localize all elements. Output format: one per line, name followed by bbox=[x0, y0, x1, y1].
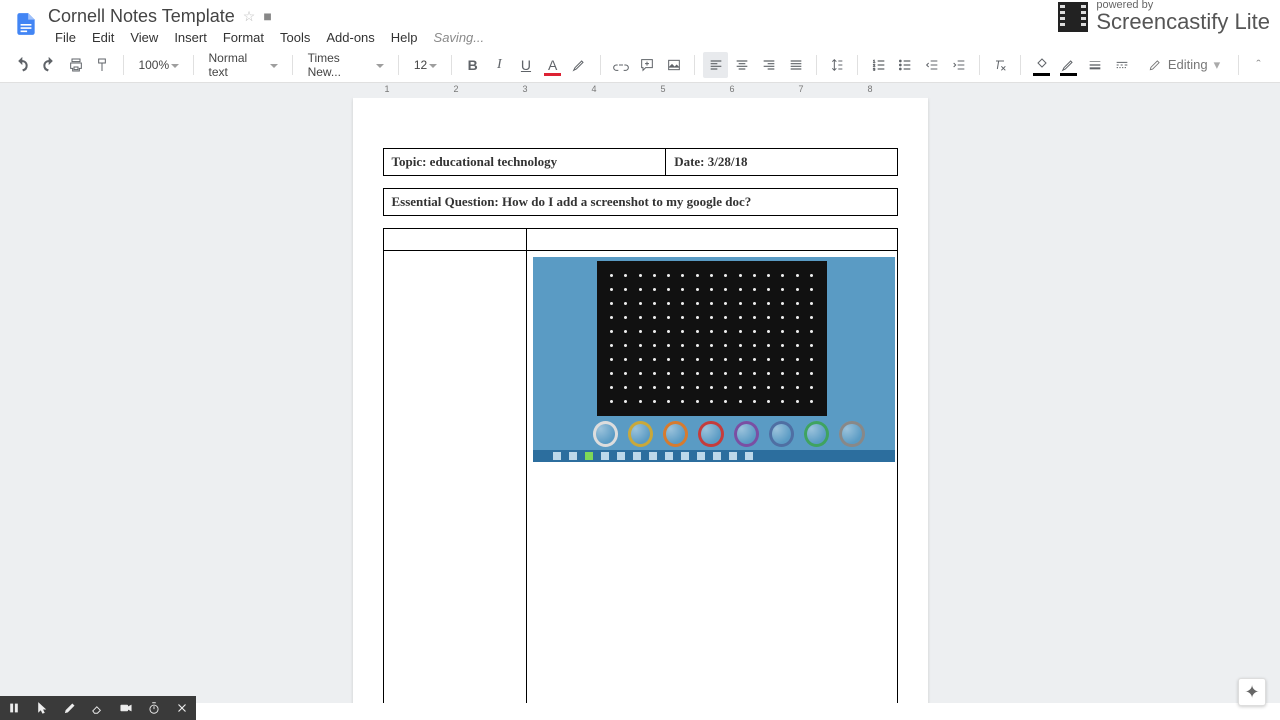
numbered-list-button[interactable]: 123 bbox=[866, 52, 891, 78]
toolbar: 100% Normal text Times New... 12 B I U A… bbox=[0, 47, 1280, 83]
line-spacing-button[interactable] bbox=[825, 52, 850, 78]
paint-format-button[interactable] bbox=[90, 52, 115, 78]
menu-format[interactable]: Format bbox=[216, 28, 271, 47]
ruler-tick: 2 bbox=[453, 84, 458, 94]
eq-value: How do I add a screenshot to my google d… bbox=[502, 194, 751, 209]
explore-button[interactable]: ✦ bbox=[1238, 678, 1266, 706]
zoom-select[interactable]: 100% bbox=[131, 53, 184, 77]
menu-edit[interactable]: Edit bbox=[85, 28, 121, 47]
notes-body-cell[interactable] bbox=[527, 251, 897, 704]
insert-image-button[interactable] bbox=[662, 52, 687, 78]
pencil-icon bbox=[1148, 58, 1162, 72]
italic-button[interactable]: I bbox=[487, 52, 512, 78]
clear-formatting-button[interactable] bbox=[988, 52, 1013, 78]
eq-label: Essential Question: bbox=[392, 194, 499, 209]
topic-label: Topic: bbox=[392, 154, 427, 169]
eraser-tool-button[interactable] bbox=[84, 696, 112, 720]
ruler-tick: 5 bbox=[660, 84, 665, 94]
docs-logo[interactable] bbox=[8, 6, 44, 42]
insert-link-button[interactable] bbox=[609, 52, 634, 78]
notes-header-cell[interactable] bbox=[527, 229, 897, 251]
topic-cell[interactable]: Topic: educational technology bbox=[383, 149, 666, 176]
document-title[interactable]: Cornell Notes Template bbox=[48, 6, 235, 27]
ruler-tick: 6 bbox=[729, 84, 734, 94]
svg-text:3: 3 bbox=[873, 66, 876, 71]
border-color-button[interactable] bbox=[1056, 52, 1081, 78]
topic-value: educational technology bbox=[430, 154, 557, 169]
paragraph-style-select[interactable]: Normal text bbox=[202, 53, 284, 77]
text-color-button[interactable]: A bbox=[540, 52, 565, 78]
star-icon[interactable]: ☆ bbox=[243, 8, 256, 25]
cornell-notes-table[interactable] bbox=[383, 228, 898, 703]
date-label: Date: bbox=[674, 154, 704, 169]
close-toolbar-button[interactable] bbox=[168, 696, 196, 720]
menu-help[interactable]: Help bbox=[384, 28, 425, 47]
ruler-tick: 7 bbox=[798, 84, 803, 94]
ruler-tick: 8 bbox=[867, 84, 872, 94]
menu-insert[interactable]: Insert bbox=[167, 28, 214, 47]
bulleted-list-button[interactable] bbox=[893, 52, 918, 78]
ruler-tick: 1 bbox=[384, 84, 389, 94]
align-left-button[interactable] bbox=[703, 52, 728, 78]
cues-header-cell[interactable] bbox=[383, 229, 527, 251]
border-width-button[interactable] bbox=[1083, 52, 1108, 78]
menu-addons[interactable]: Add-ons bbox=[319, 28, 381, 47]
pen-tool-button[interactable] bbox=[56, 696, 84, 720]
timer-button[interactable] bbox=[140, 696, 168, 720]
saving-status: Saving... bbox=[427, 28, 492, 47]
menu-file[interactable]: File bbox=[48, 28, 83, 47]
undo-button[interactable] bbox=[10, 52, 35, 78]
align-center-button[interactable] bbox=[730, 52, 755, 78]
document-page[interactable]: Topic: educational technology Date: 3/28… bbox=[353, 98, 928, 703]
date-value: 3/28/18 bbox=[708, 154, 748, 169]
menu-bar: File Edit View Insert Format Tools Add-o… bbox=[48, 28, 491, 47]
watermark-line2: Screencastify Lite bbox=[1096, 9, 1270, 34]
mode-label: Editing bbox=[1168, 57, 1208, 72]
collapse-toolbar-button[interactable]: ˆ bbox=[1247, 53, 1270, 77]
move-to-folder-icon[interactable]: ■ bbox=[263, 8, 271, 24]
font-family-select[interactable]: Times New... bbox=[301, 53, 390, 77]
date-cell[interactable]: Date: 3/28/18 bbox=[666, 149, 897, 176]
fill-color-button[interactable] bbox=[1029, 52, 1054, 78]
film-icon bbox=[1058, 2, 1088, 32]
bold-button[interactable]: B bbox=[460, 52, 485, 78]
pause-recording-button[interactable] bbox=[0, 696, 28, 720]
horizontal-ruler[interactable]: 1 2 3 4 5 6 7 8 bbox=[353, 83, 928, 98]
align-justify-button[interactable] bbox=[783, 52, 808, 78]
ruler-tick: 4 bbox=[591, 84, 596, 94]
menu-view[interactable]: View bbox=[123, 28, 165, 47]
webcam-toggle-button[interactable] bbox=[112, 696, 140, 720]
embedded-screenshot-image[interactable] bbox=[533, 257, 895, 462]
underline-button[interactable]: U bbox=[514, 52, 539, 78]
ruler-tick: 3 bbox=[522, 84, 527, 94]
align-right-button[interactable] bbox=[757, 52, 782, 78]
topic-date-table[interactable]: Topic: educational technology Date: 3/28… bbox=[383, 148, 898, 176]
cues-body-cell[interactable] bbox=[383, 251, 527, 704]
document-workspace[interactable]: 1 2 3 4 5 6 7 8 Topic: educational techn… bbox=[0, 83, 1280, 703]
mode-select[interactable]: Editing ▾ bbox=[1138, 57, 1230, 73]
redo-button[interactable] bbox=[37, 52, 62, 78]
font-size-select[interactable]: 12 bbox=[407, 53, 444, 77]
essential-question-cell[interactable]: Essential Question: How do I add a scree… bbox=[383, 189, 897, 216]
print-button[interactable] bbox=[63, 52, 88, 78]
cursor-tool-button[interactable] bbox=[28, 696, 56, 720]
decrease-indent-button[interactable] bbox=[920, 52, 945, 78]
screencastify-toolbar bbox=[0, 696, 196, 720]
border-dash-button[interactable] bbox=[1109, 52, 1134, 78]
insert-comment-button[interactable] bbox=[635, 52, 660, 78]
essential-question-table[interactable]: Essential Question: How do I add a scree… bbox=[383, 188, 898, 216]
menu-tools[interactable]: Tools bbox=[273, 28, 317, 47]
highlight-color-button[interactable] bbox=[567, 52, 592, 78]
increase-indent-button[interactable] bbox=[946, 52, 971, 78]
screencastify-watermark: powered by Screencastify Lite bbox=[1054, 0, 1274, 33]
